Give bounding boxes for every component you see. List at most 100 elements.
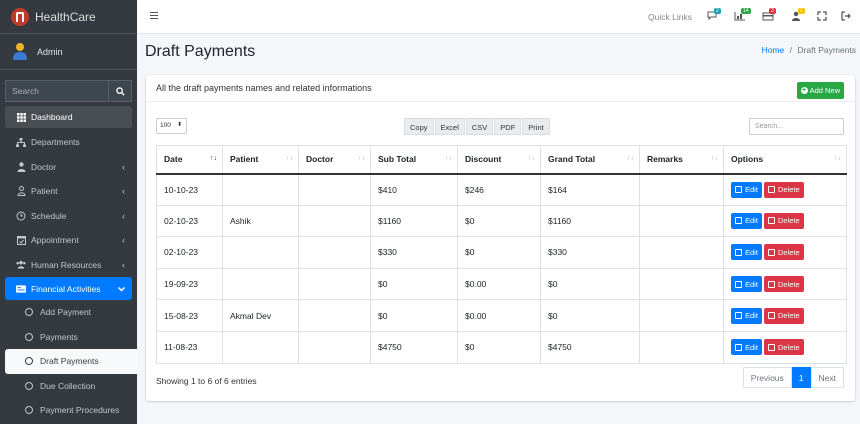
circle-icon (25, 406, 33, 415)
sort-desc-icon: ↑↓ (210, 155, 217, 162)
cell-patient (222, 236, 299, 269)
pagination-previous[interactable]: Previous (742, 367, 792, 388)
csv-button[interactable]: CSV (465, 118, 494, 135)
sidebar-subitem-payment-procedures[interactable]: Payment Procedures (0, 398, 137, 423)
chevron-down-icon (117, 284, 126, 294)
messages-icon[interactable]: 2 (707, 8, 721, 22)
cell-grand-total: $4750 (540, 330, 640, 364)
payments-table: Date ↑↓ Patient ↑↓ Doctor ↑↓ Sub Total ↑↓ Di… (156, 145, 847, 364)
excel-button[interactable]: Excel (434, 118, 465, 135)
chevron-left-icon: ‹ (122, 186, 125, 197)
cell-sub-total: $0 (370, 299, 458, 332)
breadcrumb-home[interactable]: Home (762, 45, 785, 55)
print-button[interactable]: Print (522, 118, 550, 135)
edit-button[interactable]: Edit (731, 212, 762, 229)
edit-button[interactable]: Edit (731, 307, 762, 324)
brand[interactable]: HealthCare (0, 0, 137, 34)
cell-sub-total: $330 (370, 236, 458, 269)
column-discount[interactable]: Discount ↑↓ (457, 145, 541, 175)
table-header-row: Date ↑↓ Patient ↑↓ Doctor ↑↓ Sub Total ↑↓ Di… (156, 145, 847, 175)
edit-button[interactable]: Edit (731, 181, 762, 198)
menu-toggle-icon[interactable] (150, 12, 158, 21)
user-panel[interactable]: Admin (0, 34, 137, 70)
fullscreen-icon[interactable] (817, 11, 829, 22)
circle-icon (25, 357, 33, 366)
chevron-left-icon: ‹ (122, 235, 125, 246)
breadcrumb-current: Draft Payments (797, 45, 856, 55)
edit-label: Edit (745, 279, 758, 289)
sidebar-subitem-add-payment[interactable]: Add Payment (0, 300, 137, 325)
delete-label: Delete (777, 342, 800, 352)
cell-options: Edit Delete (723, 299, 847, 332)
sidebar-item-human-resources[interactable]: Human Resources ‹ (0, 253, 137, 278)
delete-label: Delete (777, 216, 800, 226)
sidebar-subitem-payments[interactable]: Payments (0, 325, 137, 350)
edit-icon (735, 217, 742, 225)
cell-grand-total: $0 (540, 299, 640, 332)
edit-button[interactable]: Edit (731, 276, 762, 293)
column-patient[interactable]: Patient ↑↓ (222, 145, 299, 175)
edit-button[interactable]: Edit (731, 244, 762, 261)
messages-badge: 2 (714, 8, 721, 14)
sidebar-item-doctor[interactable]: Doctor ‹ (0, 155, 137, 180)
money-check-icon (16, 284, 26, 294)
sidebar-search-button[interactable] (108, 80, 132, 102)
cell-sub-total: $4750 (370, 330, 458, 364)
column-label: Discount (465, 154, 502, 165)
cell-doctor (298, 299, 371, 332)
pagination-next[interactable]: Next (810, 367, 844, 388)
sidebar-item-label: Financial Activities (31, 283, 101, 294)
add-new-button[interactable]: + Add New (796, 82, 844, 99)
circle-icon (25, 381, 33, 390)
table-search-input[interactable]: Search... (749, 118, 844, 135)
billing-icon[interactable]: 3 (762, 8, 776, 22)
column-options[interactable]: Options ↑↓ (723, 145, 847, 175)
delete-button[interactable]: Delete (763, 339, 804, 356)
sort-updown-icon: ⬍ (176, 122, 182, 128)
column-label: Grand Total (548, 154, 596, 165)
sidebar-search: Search (5, 80, 132, 102)
quick-links[interactable]: Quick Links (648, 12, 692, 22)
users-icon (16, 260, 26, 270)
column-sub-total[interactable]: Sub Total ↑↓ (370, 145, 458, 175)
sidebar-item-patient[interactable]: Patient ‹ (0, 179, 137, 204)
cell-grand-total: $164 (540, 173, 640, 206)
delete-button[interactable]: Delete (763, 244, 804, 261)
topbar: Quick Links 2 14 3 1 (137, 0, 860, 34)
user-notifications-icon[interactable]: 1 (791, 8, 805, 22)
sidebar-item-financial-activities[interactable]: Financial Activities (5, 277, 132, 300)
delete-button[interactable]: Delete (763, 276, 804, 293)
delete-button[interactable]: Delete (763, 307, 804, 324)
sidebar-subitem-draft-payments[interactable]: Draft Payments (5, 349, 137, 374)
sidebar-item-label: Dashboard (31, 112, 73, 122)
delete-label: Delete (777, 247, 800, 257)
column-date[interactable]: Date ↑↓ (156, 145, 223, 175)
copy-button[interactable]: Copy (404, 118, 434, 135)
pagination-page[interactable]: 1 (791, 367, 811, 388)
column-label: Remarks (647, 154, 683, 165)
column-doctor[interactable]: Doctor ↑↓ (298, 145, 371, 175)
table-row: 11-08-23 $4750 $0 $4750 Edit Delete (156, 330, 847, 364)
logout-icon[interactable] (841, 11, 853, 22)
user-doctor-icon (16, 162, 26, 172)
edit-button[interactable]: Edit (731, 339, 762, 356)
delete-button[interactable]: Delete (763, 212, 804, 229)
chart-icon[interactable]: 14 (734, 8, 751, 22)
sidebar-item-schedule[interactable]: Schedule ‹ (0, 204, 137, 229)
delete-label: Delete (777, 311, 800, 321)
column-grand-total[interactable]: Grand Total ↑↓ (540, 145, 640, 175)
sidebar-item-departments[interactable]: Departments (0, 130, 137, 155)
sidebar-item-dashboard[interactable]: Dashboard (5, 106, 132, 128)
delete-button[interactable]: Delete (763, 181, 804, 198)
edit-label: Edit (745, 216, 758, 226)
sidebar-item-appointment[interactable]: Appointment ‹ (0, 228, 137, 253)
sidebar-search-input[interactable]: Search (5, 80, 108, 102)
trash-icon (767, 217, 775, 225)
draft-payments-card: All the draft payments names and related… (146, 75, 855, 401)
pdf-button[interactable]: PDF (494, 118, 522, 135)
entries-length-select[interactable]: 100 ⬍ (156, 118, 187, 134)
brand-name: HealthCare (35, 9, 96, 24)
column-remarks[interactable]: Remarks ↑↓ (639, 145, 724, 175)
cell-doctor (298, 330, 371, 364)
sidebar-subitem-due-collection[interactable]: Due Collection (0, 374, 137, 399)
